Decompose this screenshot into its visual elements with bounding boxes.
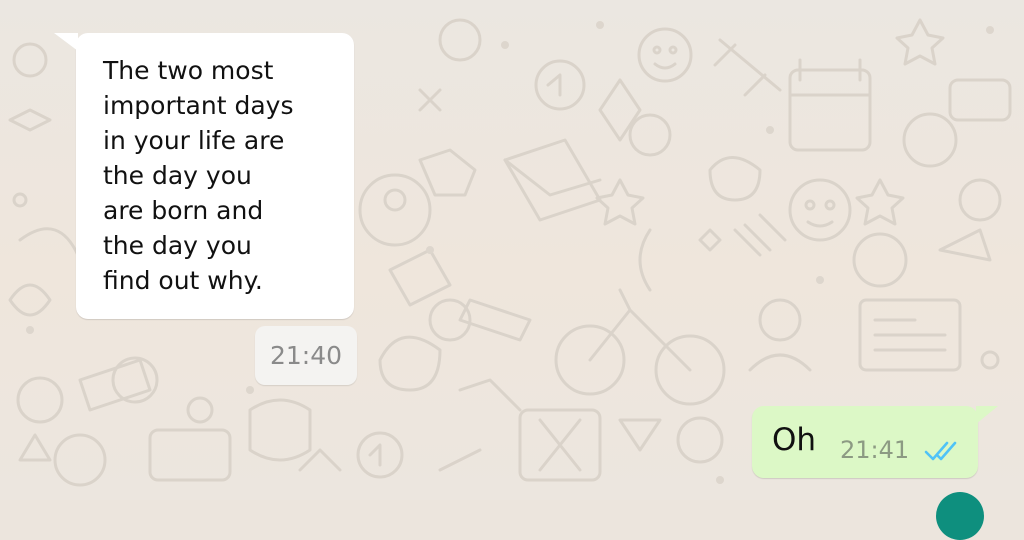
incoming-message-bubble[interactable]: The two most important days in your life… xyxy=(54,33,354,319)
incoming-message-time: 21:40 xyxy=(255,326,357,385)
outgoing-message-bubble[interactable]: Oh 21:41 xyxy=(752,406,998,478)
outgoing-message-time: 21:41 xyxy=(840,436,910,464)
bubble-tail xyxy=(976,406,998,424)
scroll-button-edge[interactable] xyxy=(936,492,984,540)
outgoing-message-text: Oh xyxy=(772,422,817,458)
double-check-icon xyxy=(924,441,957,461)
incoming-message-text: The two most important days in your life… xyxy=(103,56,294,295)
bubble-tail xyxy=(54,33,78,51)
